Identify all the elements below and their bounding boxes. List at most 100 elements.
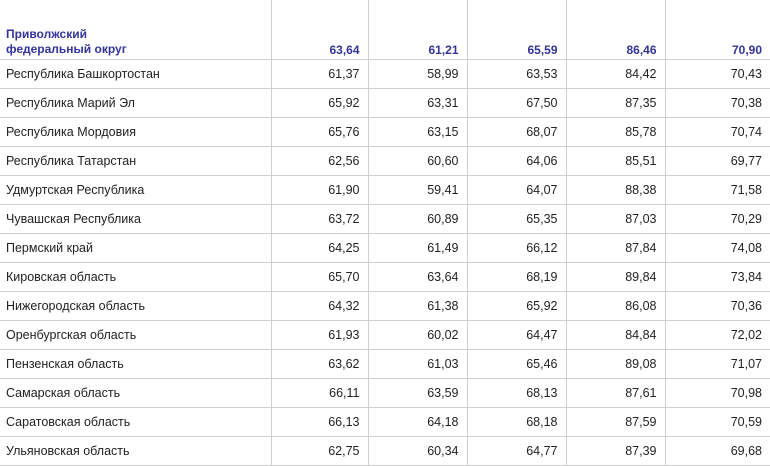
table-row: Пензенская область 63,62 61,03 65,46 89,08 71… <box>0 349 770 379</box>
district-value: 65,59 <box>467 0 567 60</box>
region-value: 60,34 <box>368 436 468 466</box>
region-value: 63,72 <box>271 204 369 234</box>
region-value: 86,08 <box>566 291 666 321</box>
region-value: 61,49 <box>368 233 468 263</box>
region-value: 70,38 <box>665 88 770 118</box>
region-value: 63,15 <box>368 117 468 147</box>
region-value: 60,89 <box>368 204 468 234</box>
region-name: Республика Татарстан <box>0 146 272 176</box>
region-value: 64,06 <box>467 146 567 176</box>
region-value: 66,11 <box>271 378 369 408</box>
region-name: Чувашская Республика <box>0 204 272 234</box>
region-name: Пензенская область <box>0 349 272 379</box>
region-value: 68,13 <box>467 378 567 408</box>
region-value: 65,76 <box>271 117 369 147</box>
region-value: 87,84 <box>566 233 666 263</box>
region-name: Нижегородская область <box>0 291 272 321</box>
region-value: 58,99 <box>368 59 468 89</box>
region-value: 70,36 <box>665 291 770 321</box>
table-row: Саратовская область 66,13 64,18 68,18 87,59 7… <box>0 407 770 437</box>
region-value: 87,59 <box>566 407 666 437</box>
region-value: 65,92 <box>271 88 369 118</box>
region-value: 70,98 <box>665 378 770 408</box>
district-name-line2: федеральный округ <box>6 42 127 56</box>
region-value: 88,38 <box>566 175 666 205</box>
region-value: 61,38 <box>368 291 468 321</box>
region-value: 72,02 <box>665 320 770 350</box>
district-value: 61,21 <box>368 0 468 60</box>
region-value: 64,77 <box>467 436 567 466</box>
region-value: 65,92 <box>467 291 567 321</box>
region-value: 60,60 <box>368 146 468 176</box>
region-value: 63,64 <box>368 262 468 292</box>
region-name: Республика Мордовия <box>0 117 272 147</box>
data-table: Приволжский федеральный округ 63,64 61,2… <box>0 0 770 466</box>
region-value: 84,84 <box>566 320 666 350</box>
region-value: 67,50 <box>467 88 567 118</box>
region-value: 60,02 <box>368 320 468 350</box>
region-value: 85,51 <box>566 146 666 176</box>
region-value: 87,39 <box>566 436 666 466</box>
region-value: 68,18 <box>467 407 567 437</box>
region-value: 68,07 <box>467 117 567 147</box>
region-value: 71,58 <box>665 175 770 205</box>
table-body: Приволжский федеральный округ 63,64 61,2… <box>0 0 770 466</box>
district-name: Приволжский федеральный округ <box>0 0 272 60</box>
region-value: 59,41 <box>368 175 468 205</box>
region-value: 61,90 <box>271 175 369 205</box>
region-value: 69,77 <box>665 146 770 176</box>
region-value: 65,35 <box>467 204 567 234</box>
region-value: 89,08 <box>566 349 666 379</box>
region-value: 61,03 <box>368 349 468 379</box>
district-row: Приволжский федеральный округ 63,64 61,2… <box>0 0 770 60</box>
region-value: 87,03 <box>566 204 666 234</box>
table-row: Республика Мордовия 65,76 63,15 68,07 85,78 7… <box>0 117 770 147</box>
table-row: Удмуртская Республика 61,90 59,41 64,07 88,3… <box>0 175 770 205</box>
region-value: 66,12 <box>467 233 567 263</box>
region-value: 61,37 <box>271 59 369 89</box>
region-name: Пермский край <box>0 233 272 263</box>
region-value: 65,46 <box>467 349 567 379</box>
table-row: Республика Татарстан 62,56 60,60 64,06 85,51… <box>0 146 770 176</box>
region-value: 64,32 <box>271 291 369 321</box>
region-value: 64,47 <box>467 320 567 350</box>
table-row: Самарская область 66,11 63,59 68,13 87,61 70,… <box>0 378 770 408</box>
table-row: Чувашская Республика 63,72 60,89 65,35 87,03… <box>0 204 770 234</box>
region-value: 70,29 <box>665 204 770 234</box>
region-value: 62,75 <box>271 436 369 466</box>
district-value: 63,64 <box>271 0 369 60</box>
table-row: Республика Башкортостан 61,37 58,99 63,53 84… <box>0 59 770 89</box>
table-row: Пермский край 64,25 61,49 66,12 87,84 74,08 <box>0 233 770 263</box>
region-value: 65,70 <box>271 262 369 292</box>
district-name-line1: Приволжский <box>6 27 87 41</box>
region-value: 70,59 <box>665 407 770 437</box>
region-value: 64,25 <box>271 233 369 263</box>
table-row: Республика Марий Эл 65,92 63,31 67,50 87,35 7… <box>0 88 770 118</box>
region-value: 64,07 <box>467 175 567 205</box>
region-value: 84,42 <box>566 59 666 89</box>
region-value: 63,53 <box>467 59 567 89</box>
region-value: 66,13 <box>271 407 369 437</box>
region-value: 61,93 <box>271 320 369 350</box>
district-value: 86,46 <box>566 0 666 60</box>
region-name: Удмуртская Республика <box>0 175 272 205</box>
region-name: Саратовская область <box>0 407 272 437</box>
table-row: Оренбургская область 61,93 60,02 64,47 84,84… <box>0 320 770 350</box>
region-value: 63,31 <box>368 88 468 118</box>
region-value: 87,35 <box>566 88 666 118</box>
region-value: 89,84 <box>566 262 666 292</box>
region-value: 71,07 <box>665 349 770 379</box>
region-value: 68,19 <box>467 262 567 292</box>
region-value: 63,62 <box>271 349 369 379</box>
table-row: Кировская область 65,70 63,64 68,19 89,84 73,… <box>0 262 770 292</box>
table-row: Нижегородская область 64,32 61,38 65,92 86,0… <box>0 291 770 321</box>
region-value: 87,61 <box>566 378 666 408</box>
region-name: Республика Марий Эл <box>0 88 272 118</box>
region-value: 64,18 <box>368 407 468 437</box>
region-value: 63,59 <box>368 378 468 408</box>
region-name: Самарская область <box>0 378 272 408</box>
region-name: Кировская область <box>0 262 272 292</box>
region-name: Республика Башкортостан <box>0 59 272 89</box>
region-value: 70,74 <box>665 117 770 147</box>
district-value: 70,90 <box>665 0 770 60</box>
